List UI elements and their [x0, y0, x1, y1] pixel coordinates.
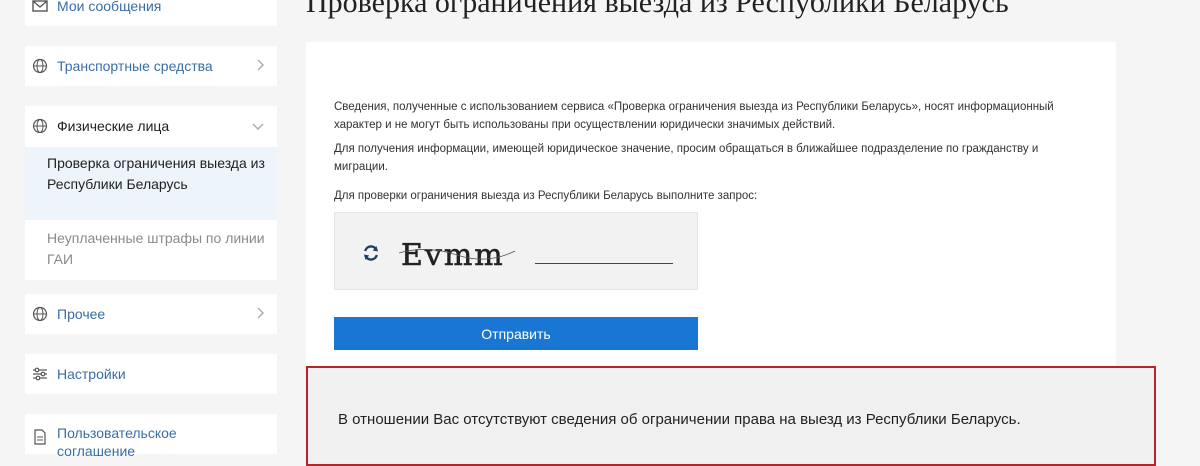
sidebar-item-label: Транспортные средства [57, 58, 213, 74]
sidebar-block-individuals: Физические лица Проверка ограничения вые… [25, 106, 277, 280]
sidebar-item-label: Физические лица [57, 118, 170, 134]
document-icon [31, 428, 49, 446]
sidebar-item-label: Прочее [57, 306, 106, 322]
sliders-icon [31, 365, 49, 383]
sidebar-item-other[interactable]: Прочее [25, 294, 277, 334]
result-text: В отношении Вас отсутствуют сведения об … [338, 411, 1021, 428]
chevron-right-icon [255, 58, 265, 77]
captcha-image: Evmm [398, 238, 516, 271]
sidebar-subitem-exit-restriction[interactable]: Проверка ограничения выезда из Республик… [25, 147, 277, 220]
request-instruction-text: Для проверки ограничения выезда из Респу… [334, 190, 758, 202]
captcha-box: Evmm [334, 212, 698, 290]
refresh-icon[interactable] [361, 243, 381, 263]
sidebar-block-vehicles: Транспортные средства [25, 46, 277, 86]
sidebar-item-label: Пользовательское соглашение [57, 425, 177, 459]
legal-info-text: Для получения информации, имеющей юридич… [334, 143, 1039, 173]
sidebar-block-settings: Настройки [25, 354, 277, 394]
sidebar-item-vehicles[interactable]: Транспортные средства [25, 46, 277, 86]
chevron-down-icon [251, 118, 265, 136]
sidebar-subitem-traffic-fines[interactable]: Неуплаченные штрафы по линии ГАИ [25, 224, 277, 272]
globe-icon [31, 57, 49, 75]
globe-icon [31, 117, 49, 135]
sidebar-item-individuals[interactable]: Физические лица [25, 106, 277, 146]
sidebar: Мои сообщения Транспортные средства Физи… [25, 0, 277, 459]
captcha-input[interactable] [535, 241, 673, 264]
sidebar-block-agreement: Пользовательское соглашение [25, 414, 277, 459]
disclaimer-text: Сведения, полученные с использованием се… [334, 101, 1054, 131]
sidebar-item-label: Мои сообщения [57, 0, 162, 14]
sidebar-item-label: Настройки [57, 366, 126, 382]
globe-icon [31, 305, 49, 323]
result-box: В отношении Вас отсутствуют сведения об … [306, 366, 1156, 466]
sidebar-block-messages: Мои сообщения [25, 0, 277, 26]
sidebar-item-settings[interactable]: Настройки [25, 354, 277, 394]
sidebar-item-user-agreement[interactable]: Пользовательское соглашение [25, 414, 277, 459]
sidebar-block-other: Прочее [25, 294, 277, 334]
page-title: Проверка ограничения выезда из Республик… [306, 0, 1009, 19]
captcha-text: Evmm [401, 238, 505, 271]
sidebar-item-messages[interactable]: Мои сообщения [25, 0, 277, 26]
envelope-icon [31, 0, 49, 15]
submit-button[interactable]: Отправить [334, 317, 698, 350]
chevron-right-icon [255, 306, 265, 325]
